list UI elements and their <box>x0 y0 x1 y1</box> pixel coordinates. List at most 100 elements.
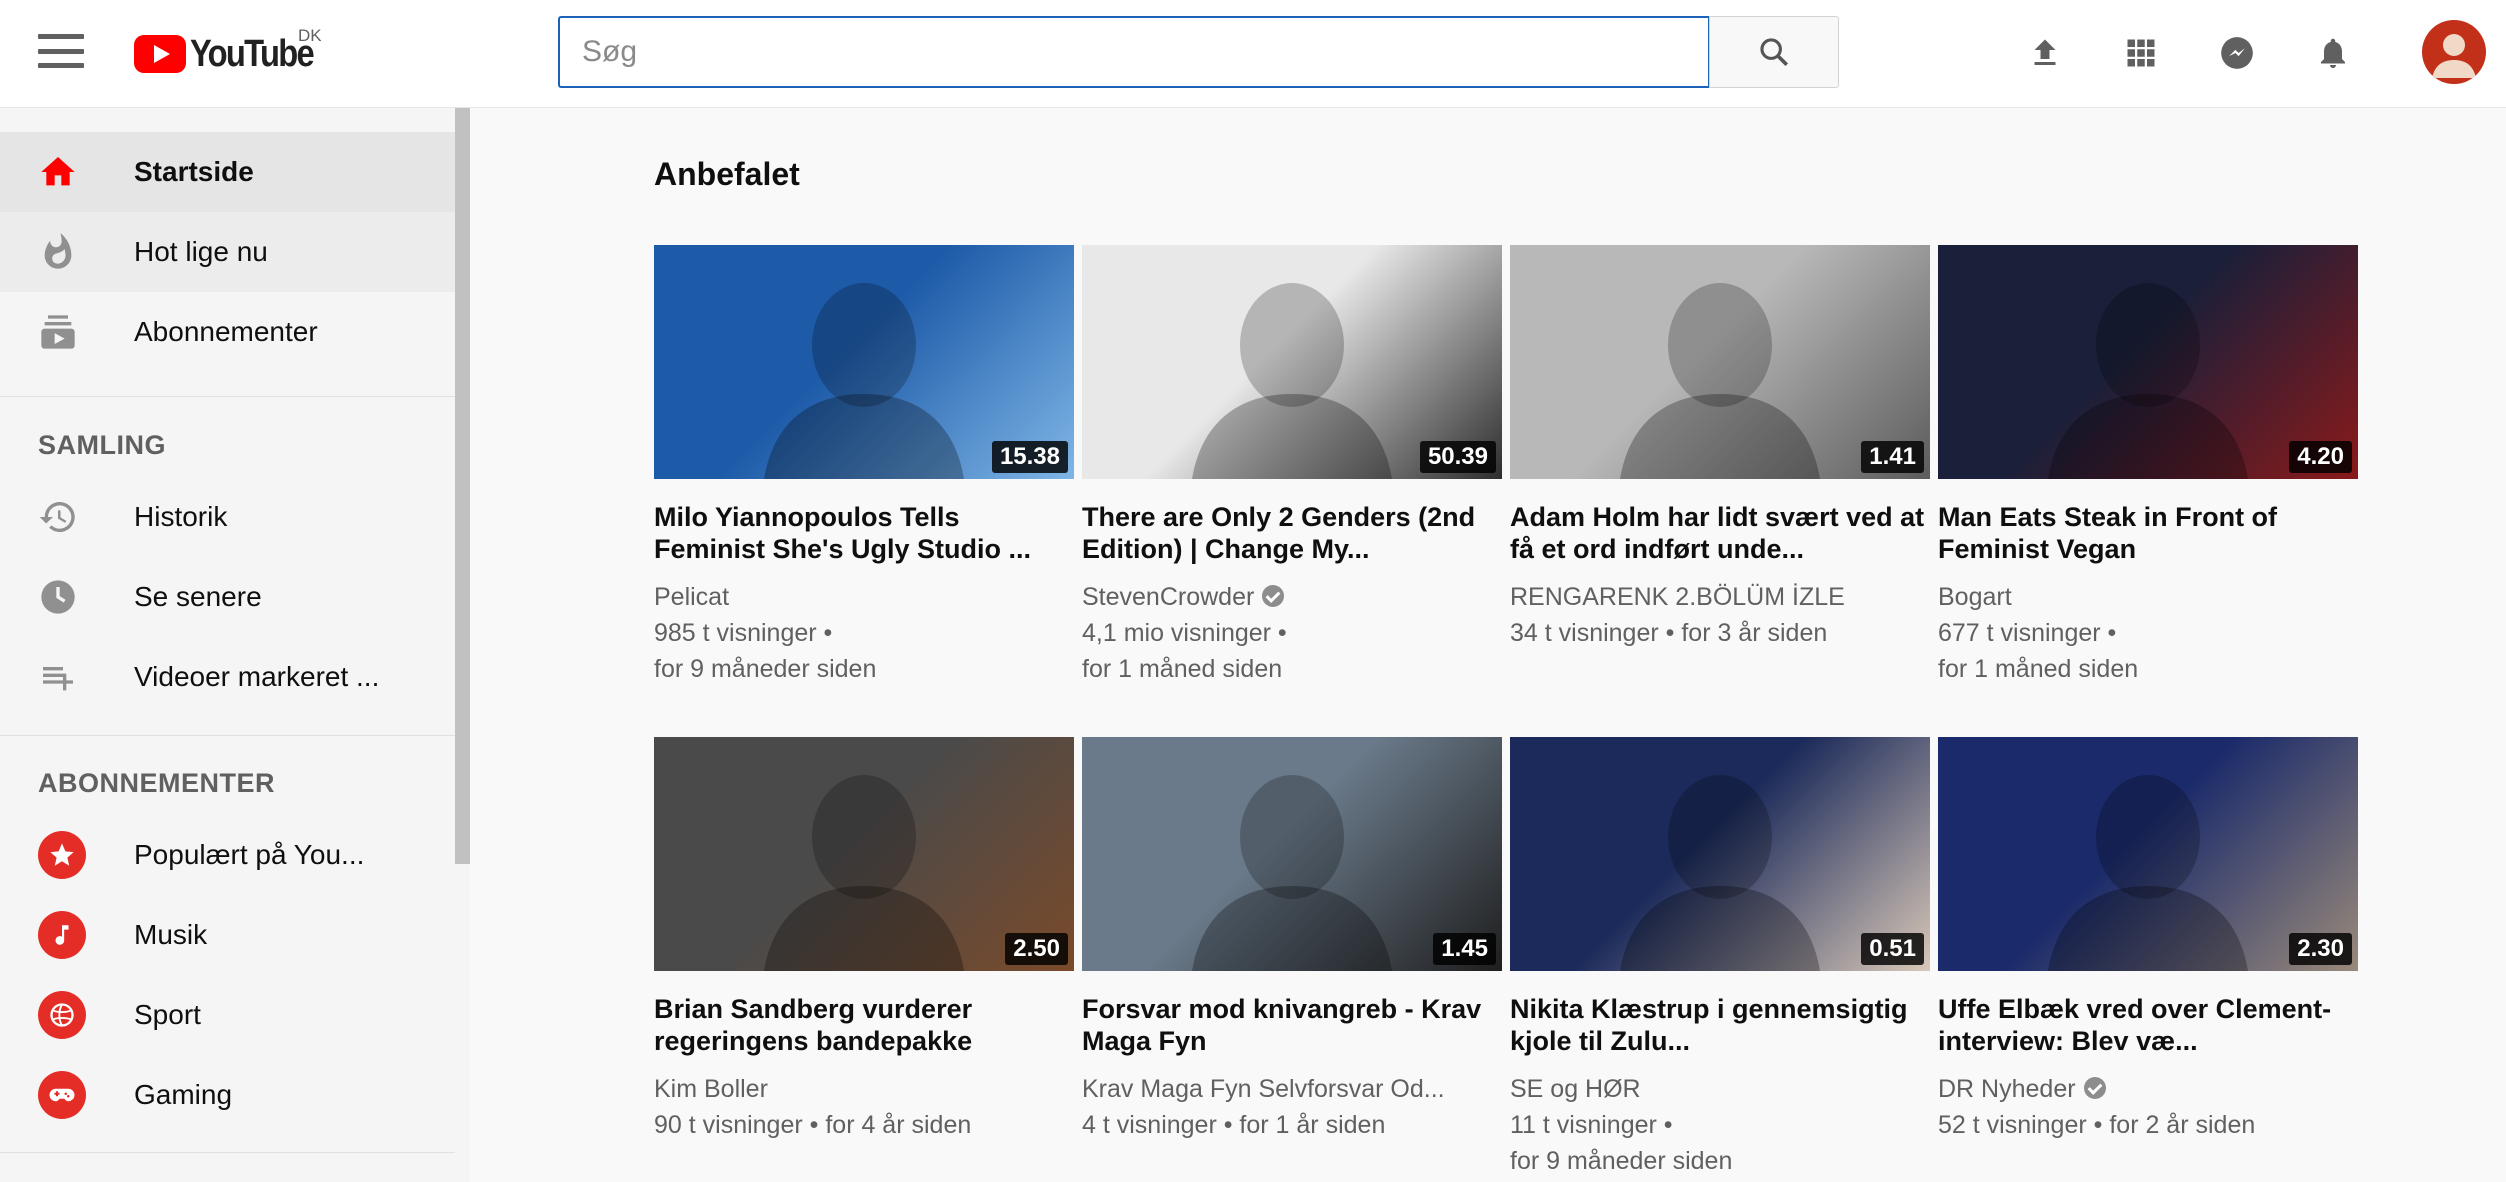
video-card[interactable]: 1.41 Adam Holm har lidt svært ved at få e… <box>1510 245 1930 651</box>
clock-icon <box>38 577 78 617</box>
video-title[interactable]: Milo Yiannopoulos Tells Feminist She's U… <box>654 501 1074 565</box>
video-title[interactable]: Nikita Klæstrup i gennemsigtig kjole til… <box>1510 993 1930 1057</box>
sidebar-item-history[interactable]: Historik <box>0 477 455 557</box>
video-duration: 50.39 <box>1419 441 1496 473</box>
trending-icon <box>38 232 78 272</box>
sidebar-item-label: Se senere <box>134 581 262 612</box>
channel-name-text: Krav Maga Fyn Selvforsvar Od... <box>1082 1075 1445 1103</box>
home-icon <box>38 152 78 192</box>
channel-name-text: DR Nyheder <box>1938 1075 2076 1103</box>
subscriptions-icon <box>38 312 78 352</box>
video-thumbnail[interactable]: 2.50 <box>654 737 1074 971</box>
channel-name-text: RENGARENK 2.BÖLÜM İZLE <box>1510 583 1845 611</box>
channel-name[interactable]: Krav Maga Fyn Selvforsvar Od... <box>1082 1071 1502 1107</box>
channel-name[interactable]: StevenCrowder <box>1082 579 1502 615</box>
section-heading-library: SAMLING <box>38 430 166 460</box>
video-card[interactable]: 0.51 Nikita Klæstrup i gennemsigtig kjole… <box>1510 737 1930 1179</box>
sidebar-item-home[interactable]: Startside <box>0 132 455 212</box>
video-title[interactable]: Uffe Elbæk vred over Clement-interview: … <box>1938 993 2358 1057</box>
sidebar-item-watch-later[interactable]: Se senere <box>0 557 455 637</box>
sidebar-item-music[interactable]: Musik <box>0 895 455 975</box>
channel-name[interactable]: Bogart <box>1938 579 2358 615</box>
sidebar-item-gaming[interactable]: Gaming <box>0 1055 455 1135</box>
music-icon <box>38 911 86 959</box>
view-count: 90 t visninger • for 4 år siden <box>654 1111 972 1139</box>
video-title[interactable]: Forsvar mod knivangreb - Krav Maga Fyn <box>1082 993 1502 1057</box>
section-heading-subscriptions: ABONNEMENTER <box>38 768 276 798</box>
messages-icon[interactable] <box>2214 30 2260 76</box>
video-duration: 15.38 <box>991 441 1068 473</box>
channel-name-text: Kim Boller <box>654 1075 768 1103</box>
video-title[interactable]: There are Only 2 Genders (2nd Edition) |… <box>1082 501 1502 565</box>
channel-name[interactable]: Kim Boller <box>654 1071 1074 1107</box>
sidebar-scrollbar[interactable] <box>455 108 470 864</box>
verified-icon <box>2083 1077 2106 1099</box>
sidebar-item-popular-on-youtube[interactable]: Populært på You... <box>0 815 455 895</box>
avatar[interactable] <box>2422 20 2486 84</box>
sidebar-divider <box>0 396 455 397</box>
upload-icon[interactable] <box>2022 30 2068 76</box>
video-card[interactable]: 4.20 Man Eats Steak in Front of Feminist … <box>1938 245 2358 687</box>
channel-name[interactable]: Pelicat <box>654 579 1074 615</box>
sidebar-item-trending[interactable]: Hot lige nu <box>0 212 455 292</box>
logo-text: YouTube <box>190 32 315 75</box>
view-count: 4,1 mio visninger • <box>1082 619 1287 647</box>
video-card[interactable]: 2.30 Uffe Elbæk vred over Clement-intervi… <box>1938 737 2358 1143</box>
channel-name[interactable]: DR Nyheder <box>1938 1071 2358 1107</box>
channel-name-text: Pelicat <box>654 583 730 611</box>
sidebar-item-label: Gaming <box>134 1079 233 1110</box>
video-thumbnail[interactable]: 15.38 <box>654 245 1074 479</box>
video-title[interactable]: Adam Holm har lidt svært ved at få et or… <box>1510 501 1930 565</box>
video-card[interactable]: 15.38 Milo Yiannopoulos Tells Feminist Sh… <box>654 245 1074 687</box>
notifications-icon[interactable] <box>2310 30 2356 76</box>
view-count: 11 t visninger • <box>1510 1111 1673 1139</box>
sidebar-item-label: Musik <box>134 919 208 950</box>
channel-name[interactable]: SE og HØR <box>1510 1071 1930 1107</box>
channel-name[interactable]: RENGARENK 2.BÖLÜM İZLE <box>1510 579 1930 615</box>
view-count: 677 t visninger • <box>1938 619 2117 647</box>
view-count: 985 t visninger • <box>654 619 833 647</box>
video-title[interactable]: Man Eats Steak in Front of Feminist Vega… <box>1938 501 2358 565</box>
video-thumbnail[interactable]: 0.51 <box>1510 737 1930 971</box>
gamepad-icon <box>38 1071 86 1119</box>
video-thumbnail[interactable]: 2.30 <box>1938 737 2358 971</box>
channel-name-text: StevenCrowder <box>1082 583 1255 611</box>
upload-age: for 1 måned siden <box>1938 655 2139 683</box>
section-title-recommended: Anbefalet <box>654 156 800 192</box>
sidebar-item-liked-videos[interactable]: Videoer markeret ... <box>0 637 455 717</box>
sidebar-item-subscriptions[interactable]: Abonnementer <box>0 292 455 372</box>
view-count: 4 t visninger • for 1 år siden <box>1082 1111 1386 1139</box>
apps-icon[interactable] <box>2118 30 2164 76</box>
video-thumbnail[interactable]: 1.41 <box>1510 245 1930 479</box>
star-icon <box>38 831 86 879</box>
youtube-play-icon <box>134 35 186 73</box>
sport-icon <box>38 991 86 1039</box>
channel-name-text: Bogart <box>1938 583 2012 611</box>
sidebar-divider <box>0 735 455 736</box>
sidebar-item-label: Populært på You... <box>134 839 365 870</box>
sidebar-item-label: Abonnementer <box>134 316 318 347</box>
search-input[interactable] <box>582 35 1708 69</box>
upload-age: for 1 måned siden <box>1082 655 1283 683</box>
search-button[interactable] <box>1709 16 1839 88</box>
youtube-logo[interactable]: YouTube DK <box>134 26 333 80</box>
video-card[interactable]: 1.45 Forsvar mod knivangreb - Krav Maga F… <box>1082 737 1502 1143</box>
video-thumbnail[interactable]: 1.45 <box>1082 737 1502 971</box>
menu-icon[interactable] <box>38 34 84 68</box>
sidebar-item-sport[interactable]: Sport <box>0 975 455 1055</box>
video-card[interactable]: 50.39 There are Only 2 Genders (2nd Editi… <box>1082 245 1502 687</box>
video-duration: 4.20 <box>2289 441 2352 473</box>
video-card[interactable]: 2.50 Brian Sandberg vurderer regeringens … <box>654 737 1074 1143</box>
video-title[interactable]: Brian Sandberg vurderer regeringens band… <box>654 993 1074 1057</box>
history-icon <box>38 497 78 537</box>
video-thumbnail[interactable]: 50.39 <box>1082 245 1502 479</box>
verified-icon <box>1262 585 1285 607</box>
video-duration: 2.30 <box>2289 933 2352 965</box>
sidebar-divider <box>0 1152 455 1153</box>
upload-age: for 9 måneder siden <box>654 655 877 683</box>
channel-name-text: SE og HØR <box>1510 1075 1641 1103</box>
video-duration: 1.41 <box>1861 441 1924 473</box>
search-icon <box>1760 38 1789 67</box>
video-thumbnail[interactable]: 4.20 <box>1938 245 2358 479</box>
sidebar-item-label: Historik <box>134 501 228 532</box>
